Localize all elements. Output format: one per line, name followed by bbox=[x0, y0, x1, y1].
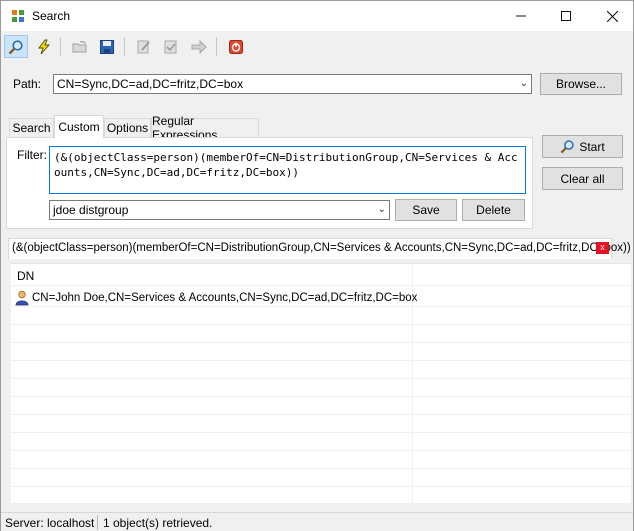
row-dn: CN=John Doe,CN=Services & Accounts,CN=Sy… bbox=[32, 292, 418, 304]
tab-custom[interactable]: Custom bbox=[54, 115, 104, 138]
edit-icon bbox=[137, 40, 150, 53]
search-window: Search Path: CN=Sync,DC=ad,DC=fritz,DC=b… bbox=[0, 0, 634, 531]
close-button[interactable] bbox=[589, 1, 634, 31]
check-icon bbox=[164, 40, 177, 53]
results-list: DN CN=John Doe,CN=Services & Accounts,CN… bbox=[11, 263, 631, 504]
status-separator bbox=[97, 515, 98, 530]
header-divider bbox=[11, 285, 631, 286]
row-divider bbox=[11, 378, 631, 379]
close-tab-button[interactable]: x bbox=[596, 242, 609, 254]
search-icon bbox=[8, 39, 23, 54]
maximize-button[interactable] bbox=[543, 1, 589, 31]
path-combobox[interactable]: CN=Sync,DC=ad,DC=fritz,DC=box ⌄ bbox=[53, 74, 532, 94]
save-icon bbox=[100, 39, 114, 54]
forward-button[interactable] bbox=[187, 35, 211, 58]
toolbar bbox=[1, 32, 633, 61]
stop-icon bbox=[229, 39, 243, 54]
open-icon bbox=[72, 40, 87, 52]
row-divider bbox=[11, 432, 631, 433]
save-filter-button[interactable]: Save bbox=[395, 199, 457, 221]
edit-button[interactable] bbox=[132, 35, 156, 58]
saved-filter-combobox[interactable]: jdoe distgroup ⌄ bbox=[49, 200, 390, 220]
row-divider bbox=[11, 396, 631, 397]
search-mode-button[interactable] bbox=[4, 35, 28, 58]
status-bar: Server: localhost 1 object(s) retrieved. bbox=[1, 512, 633, 531]
stop-button[interactable] bbox=[224, 35, 248, 58]
lightning-icon bbox=[38, 39, 51, 54]
toolbar-separator bbox=[60, 37, 61, 56]
row-divider bbox=[11, 360, 631, 361]
row-divider bbox=[11, 342, 631, 343]
filter-textarea[interactable]: (&(objectClass=person)(memberOf=CN=Distr… bbox=[49, 146, 526, 194]
delete-filter-button[interactable]: Delete bbox=[462, 199, 525, 221]
maximize-icon bbox=[561, 11, 571, 21]
row-divider bbox=[11, 324, 631, 325]
row-divider bbox=[11, 486, 631, 487]
table-row[interactable]: CN=John Doe,CN=Services & Accounts,CN=Sy… bbox=[15, 289, 417, 307]
start-button[interactable]: Start bbox=[542, 135, 623, 158]
search-icon bbox=[560, 140, 575, 154]
status-server: Server: localhost bbox=[5, 516, 95, 530]
saved-filter-value: jdoe distgroup bbox=[53, 203, 129, 217]
close-icon bbox=[606, 10, 618, 22]
toolbar-separator bbox=[216, 37, 217, 56]
clear-all-button[interactable]: Clear all bbox=[542, 167, 623, 190]
minimize-icon bbox=[516, 15, 526, 17]
tab-search[interactable]: Search bbox=[9, 118, 54, 137]
browse-button[interactable]: Browse... bbox=[540, 73, 622, 95]
tab-regular-expressions[interactable]: Regular Expressions bbox=[151, 114, 259, 142]
status-summary: 1 object(s) retrieved. bbox=[103, 516, 213, 530]
chevron-down-icon: ⌄ bbox=[377, 204, 386, 215]
save-button[interactable] bbox=[95, 35, 119, 58]
window-title: Search bbox=[32, 9, 71, 23]
path-value: CN=Sync,DC=ad,DC=fritz,DC=box bbox=[57, 77, 244, 91]
chevron-down-icon: ⌄ bbox=[519, 78, 528, 89]
row-divider bbox=[11, 468, 631, 469]
minimize-button[interactable] bbox=[498, 1, 544, 31]
filter-label: Filter: bbox=[17, 148, 47, 162]
app-icon bbox=[12, 10, 24, 22]
quick-search-button[interactable] bbox=[32, 35, 56, 58]
row-divider bbox=[11, 414, 631, 415]
result-tab[interactable]: (&(objectClass=person)(memberOf=CN=Distr… bbox=[8, 238, 631, 259]
column-header-dn[interactable]: DN bbox=[17, 269, 34, 283]
start-button-label: Start bbox=[579, 139, 605, 154]
title-bar: Search bbox=[1, 1, 633, 31]
arrow-icon bbox=[191, 39, 207, 54]
open-button[interactable] bbox=[68, 35, 92, 58]
path-label: Path: bbox=[13, 77, 42, 91]
user-icon bbox=[15, 290, 29, 306]
toolbar-separator bbox=[124, 37, 125, 56]
check-button[interactable] bbox=[159, 35, 183, 58]
row-divider bbox=[11, 450, 631, 451]
tab-options[interactable]: Options bbox=[104, 118, 151, 137]
result-tab-strip: (&(objectClass=person)(memberOf=CN=Distr… bbox=[1, 236, 633, 259]
